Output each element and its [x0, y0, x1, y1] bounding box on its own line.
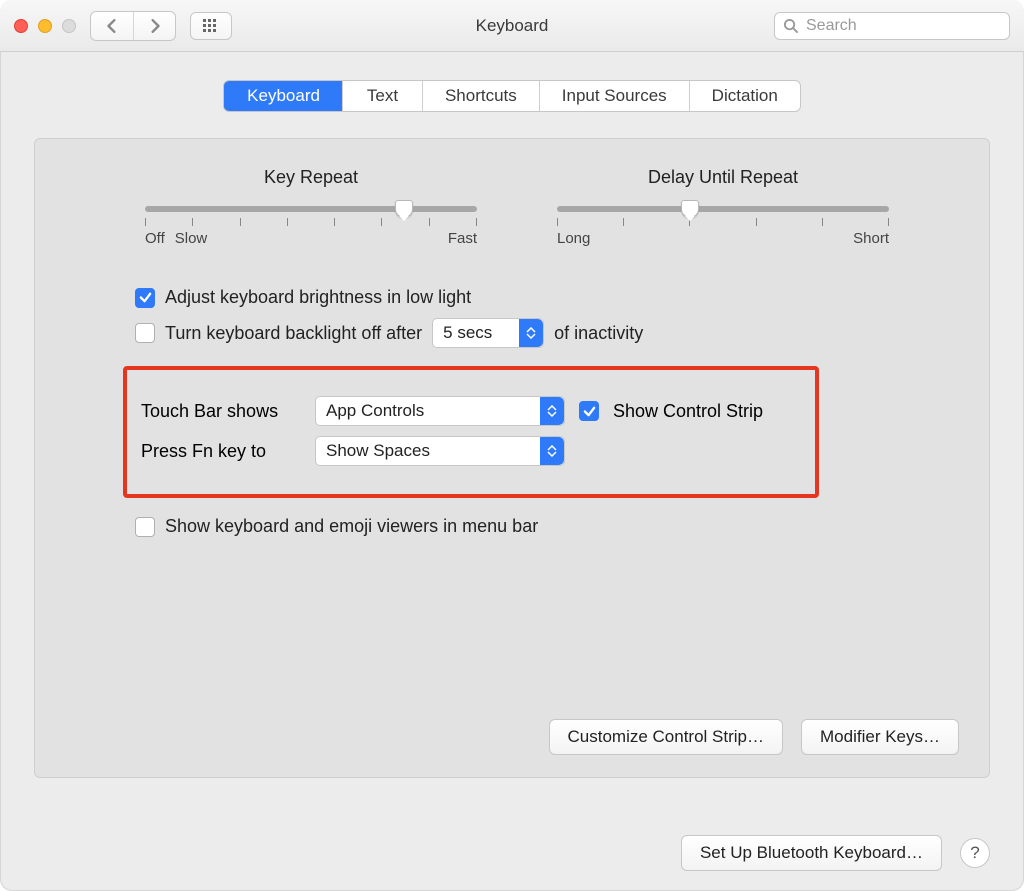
preferences-window: Keyboard Keyboard Text Shortcuts Input S… [0, 0, 1024, 891]
fn-key-label: Press Fn key to [141, 441, 301, 462]
adjust-brightness-checkbox[interactable] [135, 288, 155, 308]
show-viewers-label: Show keyboard and emoji viewers in menu … [165, 516, 538, 537]
backlight-off-label-pre: Turn keyboard backlight off after [165, 323, 422, 344]
key-repeat-label: Key Repeat [145, 167, 477, 188]
delay-long-label: Long [557, 230, 590, 247]
search-input[interactable] [804, 16, 1001, 36]
key-repeat-fast-label: Fast [448, 230, 477, 247]
show-control-strip-label: Show Control Strip [613, 401, 763, 422]
fn-key-popup[interactable]: Show Spaces [315, 436, 565, 466]
tab-bar: Keyboard Text Shortcuts Input Sources Di… [34, 80, 990, 112]
show-control-strip-checkbox[interactable] [579, 401, 599, 421]
search-icon [783, 18, 798, 33]
show-viewers-checkbox[interactable] [135, 517, 155, 537]
search-field[interactable] [774, 12, 1010, 40]
back-button[interactable] [91, 12, 133, 40]
fn-key-value: Show Spaces [326, 441, 540, 461]
bluetooth-keyboard-button[interactable]: Set Up Bluetooth Keyboard… [681, 835, 942, 871]
minimize-window-button[interactable] [38, 19, 52, 33]
key-repeat-off-label: Off [145, 230, 165, 247]
touchbar-shows-label: Touch Bar shows [141, 401, 301, 422]
highlighted-section: Touch Bar shows App Controls Show Contro… [123, 366, 819, 498]
zoom-window-button[interactable] [62, 19, 76, 33]
help-button[interactable]: ? [960, 838, 990, 868]
settings-pane: Key Repeat Off Slow Fast Delay Until R [34, 138, 990, 778]
tab-dictation[interactable]: Dictation [689, 81, 800, 111]
modifier-keys-button[interactable]: Modifier Keys… [801, 719, 959, 755]
titlebar: Keyboard [0, 0, 1024, 52]
tab-text[interactable]: Text [342, 81, 422, 111]
nav-back-forward [90, 11, 176, 41]
customize-control-strip-button[interactable]: Customize Control Strip… [549, 719, 784, 755]
touchbar-shows-popup[interactable]: App Controls [315, 396, 565, 426]
forward-button[interactable] [133, 12, 175, 40]
delay-repeat-label: Delay Until Repeat [557, 167, 889, 188]
touchbar-shows-value: App Controls [326, 401, 540, 421]
stepper-icon [540, 397, 564, 425]
backlight-duration-popup[interactable]: 5 secs [432, 318, 544, 348]
backlight-duration-value: 5 secs [443, 323, 519, 343]
key-repeat-slow-label: Slow [175, 230, 208, 247]
tab-shortcuts[interactable]: Shortcuts [422, 81, 539, 111]
key-repeat-slider[interactable] [145, 206, 477, 212]
show-all-button[interactable] [190, 12, 232, 40]
delay-repeat-slider[interactable] [557, 206, 889, 212]
tab-keyboard[interactable]: Keyboard [224, 81, 342, 111]
window-controls [14, 19, 76, 33]
tab-input-sources[interactable]: Input Sources [539, 81, 689, 111]
backlight-off-label-post: of inactivity [554, 323, 643, 344]
close-window-button[interactable] [14, 19, 28, 33]
delay-repeat-block: Delay Until Repeat Long Short [557, 167, 889, 247]
stepper-icon [519, 319, 543, 347]
backlight-off-checkbox[interactable] [135, 323, 155, 343]
adjust-brightness-label: Adjust keyboard brightness in low light [165, 287, 471, 308]
delay-short-label: Short [853, 230, 889, 247]
key-repeat-block: Key Repeat Off Slow Fast [145, 167, 477, 247]
content: Keyboard Text Shortcuts Input Sources Di… [0, 52, 1024, 798]
stepper-icon [540, 437, 564, 465]
